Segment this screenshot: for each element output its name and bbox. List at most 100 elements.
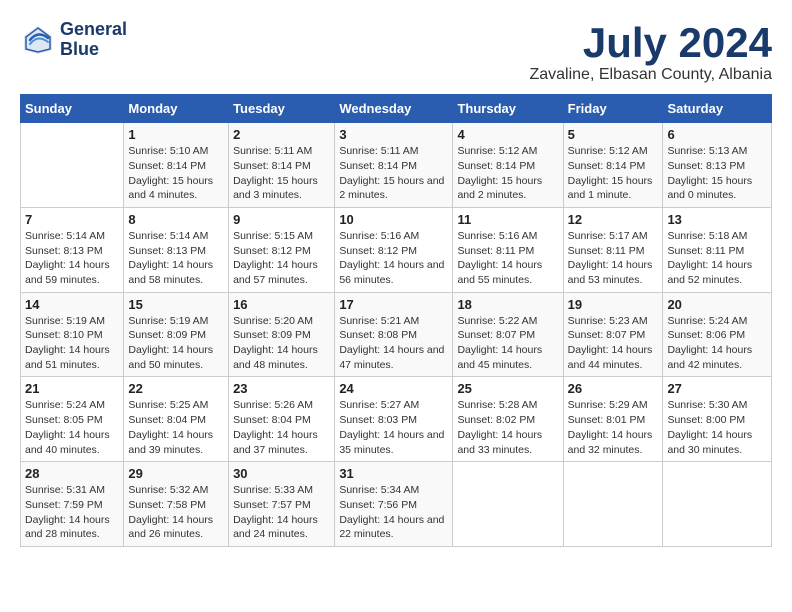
day-number: 3	[339, 127, 448, 142]
day-info: Sunrise: 5:10 AMSunset: 8:14 PMDaylight:…	[128, 144, 224, 203]
calendar-cell: 10Sunrise: 5:16 AMSunset: 8:12 PMDayligh…	[335, 207, 453, 292]
calendar-cell: 29Sunrise: 5:32 AMSunset: 7:58 PMDayligh…	[124, 462, 229, 547]
calendar-cell: 8 Sunrise: 5:14 AMSunset: 8:13 PMDaylight…	[124, 207, 229, 292]
calendar-cell: 1 Sunrise: 5:10 AMSunset: 8:14 PMDaylight…	[124, 123, 229, 208]
day-info: Sunrise: 5:22 AMSunset: 8:07 PMDaylight:…	[457, 314, 558, 373]
calendar-cell: 9Sunrise: 5:15 AMSunset: 8:12 PMDaylight…	[229, 207, 335, 292]
calendar-cell: 2Sunrise: 5:11 AMSunset: 8:14 PMDaylight…	[229, 123, 335, 208]
day-number: 27	[667, 381, 767, 396]
day-info: Sunrise: 5:30 AMSunset: 8:00 PMDaylight:…	[667, 398, 767, 457]
day-number: 20	[667, 297, 767, 312]
day-info: Sunrise: 5:34 AMSunset: 7:56 PMDaylight:…	[339, 483, 448, 542]
day-number: 13	[667, 212, 767, 227]
day-info: Sunrise: 5:13 AMSunset: 8:13 PMDaylight:…	[667, 144, 767, 203]
calendar-cell: 30Sunrise: 5:33 AMSunset: 7:57 PMDayligh…	[229, 462, 335, 547]
calendar-cell: 12 Sunrise: 5:17 AMSunset: 8:11 PMDayligh…	[563, 207, 663, 292]
calendar-cell: 17 Sunrise: 5:21 AMSunset: 8:08 PMDayligh…	[335, 292, 453, 377]
day-number: 17	[339, 297, 448, 312]
day-number: 8	[128, 212, 224, 227]
day-number: 23	[233, 381, 330, 396]
day-info: Sunrise: 5:24 AMSunset: 8:06 PMDaylight:…	[667, 314, 767, 373]
calendar-week-row: 1 Sunrise: 5:10 AMSunset: 8:14 PMDaylight…	[21, 123, 772, 208]
day-info: Sunrise: 5:18 AMSunset: 8:11 PMDaylight:…	[667, 229, 767, 288]
day-info: Sunrise: 5:33 AMSunset: 7:57 PMDaylight:…	[233, 483, 330, 542]
day-info: Sunrise: 5:21 AMSunset: 8:08 PMDaylight:…	[339, 314, 448, 373]
calendar-cell: 27 Sunrise: 5:30 AMSunset: 8:00 PMDayligh…	[663, 377, 772, 462]
calendar-cell: 18 Sunrise: 5:22 AMSunset: 8:07 PMDayligh…	[453, 292, 563, 377]
day-info: Sunrise: 5:19 AMSunset: 8:10 PMDaylight:…	[25, 314, 119, 373]
day-info: Sunrise: 5:11 AMSunset: 8:14 PMDaylight:…	[233, 144, 330, 203]
calendar-week-row: 28 Sunrise: 5:31 AMSunset: 7:59 PMDayligh…	[21, 462, 772, 547]
day-info: Sunrise: 5:12 AMSunset: 8:14 PMDaylight:…	[568, 144, 659, 203]
day-info: Sunrise: 5:14 AMSunset: 8:13 PMDaylight:…	[128, 229, 224, 288]
day-number: 12	[568, 212, 659, 227]
calendar-cell: 14Sunrise: 5:19 AMSunset: 8:10 PMDayligh…	[21, 292, 124, 377]
day-info: Sunrise: 5:14 AMSunset: 8:13 PMDaylight:…	[25, 229, 119, 288]
day-info: Sunrise: 5:19 AMSunset: 8:09 PMDaylight:…	[128, 314, 224, 373]
weekday-header: Sunday	[21, 95, 124, 123]
day-number: 22	[128, 381, 224, 396]
day-number: 5	[568, 127, 659, 142]
calendar-cell: 23 Sunrise: 5:26 AMSunset: 8:04 PMDayligh…	[229, 377, 335, 462]
day-info: Sunrise: 5:32 AMSunset: 7:58 PMDaylight:…	[128, 483, 224, 542]
day-number: 18	[457, 297, 558, 312]
title-section: July 2024 Zavaline, Elbasan County, Alba…	[529, 20, 772, 84]
day-number: 26	[568, 381, 659, 396]
day-number: 11	[457, 212, 558, 227]
day-info: Sunrise: 5:11 AMSunset: 8:14 PMDaylight:…	[339, 144, 448, 203]
calendar-week-row: 14Sunrise: 5:19 AMSunset: 8:10 PMDayligh…	[21, 292, 772, 377]
day-number: 24	[339, 381, 448, 396]
calendar-cell: 7 Sunrise: 5:14 AMSunset: 8:13 PMDaylight…	[21, 207, 124, 292]
calendar-cell: 4 Sunrise: 5:12 AMSunset: 8:14 PMDaylight…	[453, 123, 563, 208]
calendar-cell: 5 Sunrise: 5:12 AMSunset: 8:14 PMDaylight…	[563, 123, 663, 208]
month-title: July 2024	[529, 20, 772, 66]
calendar-cell	[563, 462, 663, 547]
calendar-cell: 31Sunrise: 5:34 AMSunset: 7:56 PMDayligh…	[335, 462, 453, 547]
day-info: Sunrise: 5:28 AMSunset: 8:02 PMDaylight:…	[457, 398, 558, 457]
calendar-cell: 26Sunrise: 5:29 AMSunset: 8:01 PMDayligh…	[563, 377, 663, 462]
calendar-cell: 6 Sunrise: 5:13 AMSunset: 8:13 PMDaylight…	[663, 123, 772, 208]
calendar-table: SundayMondayTuesdayWednesdayThursdayFrid…	[20, 94, 772, 547]
day-number: 28	[25, 466, 119, 481]
calendar-cell: 13 Sunrise: 5:18 AMSunset: 8:11 PMDayligh…	[663, 207, 772, 292]
day-number: 25	[457, 381, 558, 396]
day-number: 1	[128, 127, 224, 142]
calendar-cell: 3 Sunrise: 5:11 AMSunset: 8:14 PMDaylight…	[335, 123, 453, 208]
calendar-cell: 11Sunrise: 5:16 AMSunset: 8:11 PMDayligh…	[453, 207, 563, 292]
day-number: 9	[233, 212, 330, 227]
day-info: Sunrise: 5:17 AMSunset: 8:11 PMDaylight:…	[568, 229, 659, 288]
calendar-cell: 20 Sunrise: 5:24 AMSunset: 8:06 PMDayligh…	[663, 292, 772, 377]
day-info: Sunrise: 5:31 AMSunset: 7:59 PMDaylight:…	[25, 483, 119, 542]
day-number: 16	[233, 297, 330, 312]
day-info: Sunrise: 5:25 AMSunset: 8:04 PMDaylight:…	[128, 398, 224, 457]
calendar-cell	[21, 123, 124, 208]
day-info: Sunrise: 5:27 AMSunset: 8:03 PMDaylight:…	[339, 398, 448, 457]
day-number: 6	[667, 127, 767, 142]
day-number: 4	[457, 127, 558, 142]
day-number: 19	[568, 297, 659, 312]
logo-icon	[20, 22, 56, 58]
weekday-header: Saturday	[663, 95, 772, 123]
weekday-header: Tuesday	[229, 95, 335, 123]
page-header: General Blue July 2024 Zavaline, Elbasan…	[20, 20, 772, 84]
day-number: 21	[25, 381, 119, 396]
calendar-cell: 25 Sunrise: 5:28 AMSunset: 8:02 PMDayligh…	[453, 377, 563, 462]
calendar-cell: 19 Sunrise: 5:23 AMSunset: 8:07 PMDayligh…	[563, 292, 663, 377]
day-number: 7	[25, 212, 119, 227]
calendar-cell: 21Sunrise: 5:24 AMSunset: 8:05 PMDayligh…	[21, 377, 124, 462]
day-info: Sunrise: 5:26 AMSunset: 8:04 PMDaylight:…	[233, 398, 330, 457]
calendar-cell: 16Sunrise: 5:20 AMSunset: 8:09 PMDayligh…	[229, 292, 335, 377]
weekday-header: Wednesday	[335, 95, 453, 123]
weekday-header: Monday	[124, 95, 229, 123]
calendar-cell: 28 Sunrise: 5:31 AMSunset: 7:59 PMDayligh…	[21, 462, 124, 547]
calendar-cell	[663, 462, 772, 547]
day-info: Sunrise: 5:12 AMSunset: 8:14 PMDaylight:…	[457, 144, 558, 203]
logo-text: General Blue	[60, 20, 127, 60]
logo: General Blue	[20, 20, 127, 60]
calendar-week-row: 21Sunrise: 5:24 AMSunset: 8:05 PMDayligh…	[21, 377, 772, 462]
calendar-cell: 22 Sunrise: 5:25 AMSunset: 8:04 PMDayligh…	[124, 377, 229, 462]
weekday-header: Thursday	[453, 95, 563, 123]
weekday-header-row: SundayMondayTuesdayWednesdayThursdayFrid…	[21, 95, 772, 123]
day-number: 15	[128, 297, 224, 312]
day-info: Sunrise: 5:23 AMSunset: 8:07 PMDaylight:…	[568, 314, 659, 373]
